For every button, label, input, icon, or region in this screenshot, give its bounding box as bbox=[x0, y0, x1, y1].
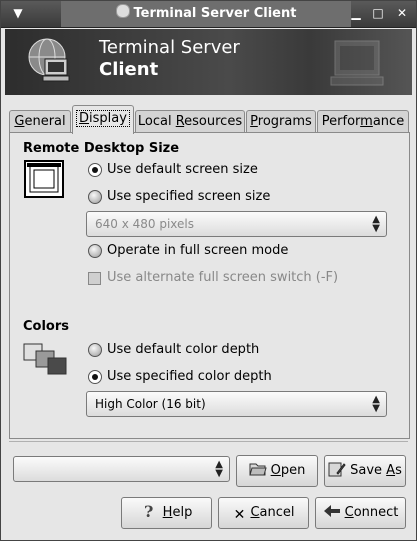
screen-size-icon bbox=[24, 160, 64, 198]
open-button[interactable]: Open bbox=[236, 455, 318, 487]
color-depth-icon bbox=[23, 343, 67, 375]
minimize-icon[interactable]: ▁ bbox=[347, 5, 365, 22]
folder-open-icon bbox=[248, 463, 267, 476]
banner-line2: Client bbox=[99, 59, 159, 80]
globe-computer-icon bbox=[28, 38, 70, 82]
decorative-computer-icon bbox=[330, 40, 384, 86]
screen-size-select[interactable]: 640 x 480 pixels ▲ ▼ bbox=[86, 211, 387, 237]
help-icon: ? bbox=[144, 503, 153, 519]
app-icon bbox=[115, 4, 130, 18]
svg-text:?: ? bbox=[144, 503, 153, 519]
open-label-rest: pen bbox=[280, 463, 306, 478]
connect-button[interactable]: Connect bbox=[315, 497, 406, 529]
tab-label: Performance bbox=[321, 114, 405, 129]
header-banner: Terminal Server Client bbox=[5, 29, 412, 95]
banner-line1: Terminal Server bbox=[99, 37, 240, 58]
screen-size-value: 640 x 480 pixels bbox=[95, 217, 195, 231]
radio-dot bbox=[88, 244, 102, 258]
color-depth-select[interactable]: High Color (16 bit) ▲ ▼ bbox=[86, 391, 387, 417]
banner-title: Terminal Server Client bbox=[99, 37, 240, 81]
remote-desktop-size-heading: Remote Desktop Size bbox=[23, 141, 180, 156]
save-as-icon bbox=[328, 462, 346, 477]
spin-arrows-icon: ▲ ▼ bbox=[215, 459, 223, 479]
cancel-icon: ✕ bbox=[233, 507, 246, 523]
radio-label: Use specified screen size bbox=[107, 189, 271, 204]
title-bar[interactable]: ▼ Terminal Server Client ▁ □ ✕ bbox=[1, 1, 416, 28]
radio-label: Use default screen size bbox=[107, 162, 258, 177]
help-button[interactable]: ? Help bbox=[121, 497, 212, 529]
radio-label: Use specified color depth bbox=[107, 369, 272, 384]
maximize-icon[interactable]: □ bbox=[369, 5, 387, 22]
app-window: ▼ Terminal Server Client ▁ □ ✕ Terminal … bbox=[0, 0, 417, 541]
close-icon[interactable]: ✕ bbox=[393, 5, 411, 22]
save-as-label: Save As bbox=[350, 463, 402, 478]
spin-arrows-icon: ▲ ▼ bbox=[372, 214, 380, 234]
tab-label: Programs bbox=[250, 114, 312, 129]
display-tab-page: Remote Desktop Size Use default screen s… bbox=[9, 132, 410, 439]
profile-select[interactable]: ▲ ▼ bbox=[13, 456, 230, 482]
connect-label-rest: onnect bbox=[353, 505, 399, 520]
checkbox-box bbox=[88, 272, 101, 285]
cancel-label-rest: ancel bbox=[259, 505, 295, 520]
tab-performance[interactable]: Performance bbox=[317, 110, 409, 133]
color-depth-value: High Color (16 bit) bbox=[95, 397, 206, 411]
tab-programs[interactable]: Programs bbox=[246, 110, 316, 133]
save-as-button[interactable]: Save As bbox=[324, 455, 406, 487]
tab-label: General bbox=[14, 114, 66, 129]
checkbox-label: Use alternate full screen switch (-F) bbox=[107, 270, 339, 285]
tab-label: Local Resources bbox=[137, 114, 243, 129]
connect-icon bbox=[323, 505, 340, 517]
tab-local-resources[interactable]: Local Resources bbox=[135, 110, 245, 133]
help-label-rest: elp bbox=[172, 505, 193, 520]
radio-dot bbox=[88, 343, 102, 357]
spin-arrows-icon: ▲ ▼ bbox=[372, 394, 380, 414]
radio-dot bbox=[88, 163, 102, 177]
radio-label: Use default color depth bbox=[107, 342, 260, 357]
window-title-text: Terminal Server Client bbox=[133, 6, 297, 21]
tab-display[interactable]: Display bbox=[72, 105, 134, 134]
window-menu-icon[interactable]: ▼ bbox=[9, 5, 27, 22]
tab-label: Display bbox=[76, 110, 130, 127]
separator bbox=[9, 441, 408, 442]
help-label: H bbox=[162, 505, 173, 520]
window-title: Terminal Server Client bbox=[61, 1, 351, 27]
colors-heading: Colors bbox=[23, 319, 70, 334]
tab-general[interactable]: General bbox=[9, 110, 71, 133]
cancel-label: C bbox=[250, 505, 260, 520]
cancel-button[interactable]: ✕ Cancel bbox=[218, 497, 309, 529]
radio-dot bbox=[88, 190, 102, 204]
open-label: O bbox=[270, 463, 281, 478]
connect-label: C bbox=[344, 505, 354, 520]
radio-label: Operate in full screen mode bbox=[107, 243, 289, 258]
radio-dot bbox=[88, 370, 102, 384]
